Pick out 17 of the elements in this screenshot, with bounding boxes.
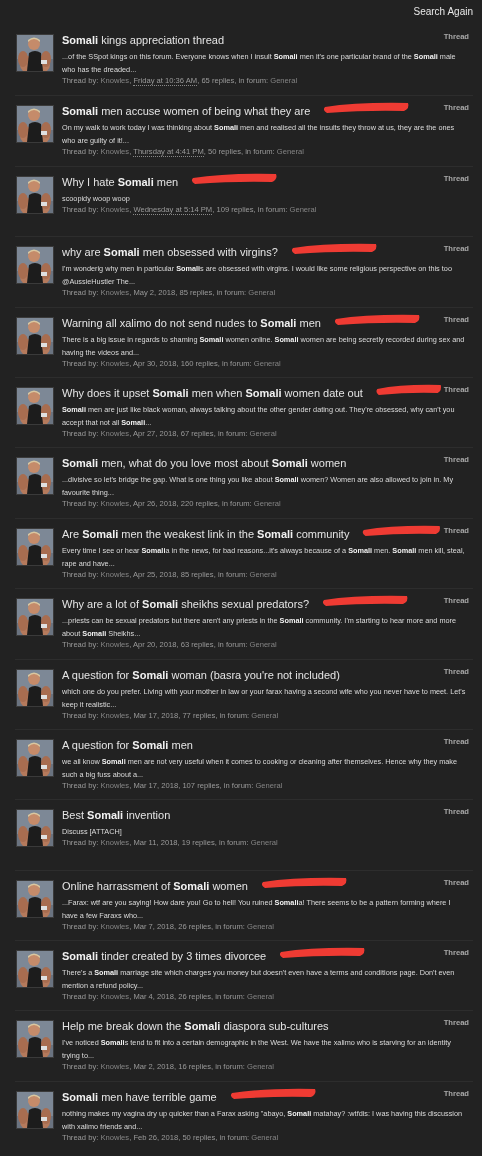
thread-title[interactable]: Somali men have terrible game [62, 1090, 217, 1103]
thread-title[interactable]: Help me break down the Somali diaspora sub-cultures [62, 1020, 329, 1033]
thread-title[interactable]: Best Somali invention [62, 809, 171, 822]
thread-title[interactable]: Why does it upset Somali men when Somali women date out [62, 386, 363, 399]
thread-title[interactable]: Somali men, what do you love most about Somali women [62, 457, 347, 470]
thread-title[interactable]: Somali tinder created by 3 times divorcee [62, 950, 267, 963]
thread-title[interactable]: Somali kings appreciation thread [62, 34, 225, 46]
thread-title[interactable]: Are Somali men the weakest link in the Somali community [62, 527, 350, 540]
thread-title[interactable]: A question for Somali men [62, 738, 193, 751]
thread-title[interactable]: Online harrassment of Somali women [62, 879, 248, 892]
thread-title[interactable]: why are Somali men obsessed with virgins? [62, 246, 278, 259]
thread-title[interactable]: Why are a lot of Somali sheikhs sexual predators? [62, 598, 310, 611]
thread-title[interactable]: A question for Somali woman (basra you're not included) [62, 668, 340, 681]
thread-title[interactable]: Why I hate Somali men [62, 175, 179, 188]
thread-title[interactable]: Warning all xalimo do not send nudes to Somali men [62, 316, 321, 329]
thread-title[interactable]: Somali men accuse women of being what they are [62, 105, 311, 118]
search-again-link[interactable]: Search Again [413, 6, 473, 17]
